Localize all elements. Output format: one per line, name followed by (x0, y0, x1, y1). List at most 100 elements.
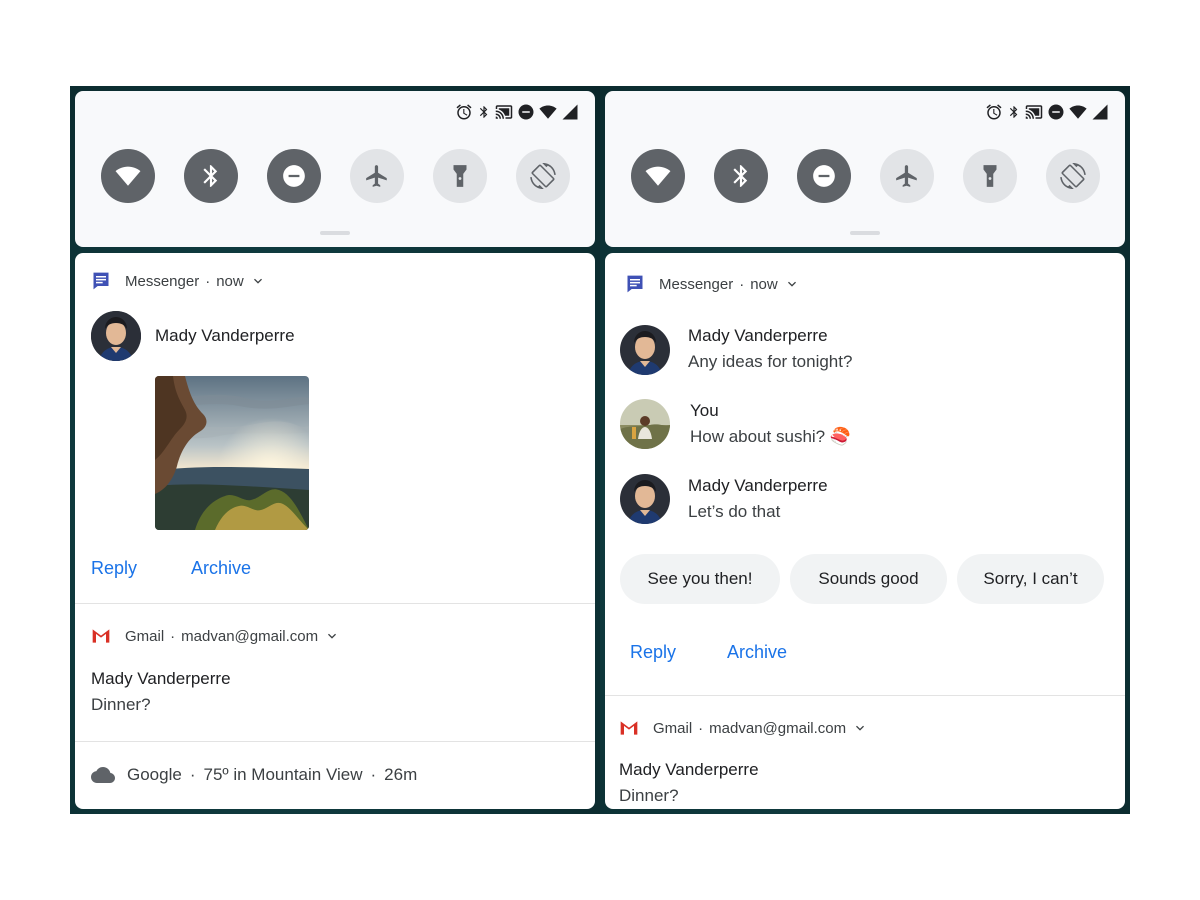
message-sender: Mady Vanderperre (688, 476, 828, 495)
airplane-icon (364, 163, 390, 189)
flashlight-icon (977, 163, 1003, 189)
chevron-down-icon[interactable] (784, 276, 800, 292)
separator-dot: · (189, 765, 196, 784)
cast-icon (1025, 103, 1043, 121)
bluetooth-icon (198, 163, 224, 189)
separator-dot: · (370, 765, 377, 784)
flashlight-tile[interactable] (433, 149, 487, 203)
wifi-icon (115, 163, 141, 189)
wifi-icon (645, 163, 671, 189)
message-text: How about sushi? 🍣 (690, 427, 852, 446)
app-name: Gmail (653, 719, 693, 737)
cloud-icon (91, 763, 115, 787)
auto-rotate-tile[interactable] (1046, 149, 1100, 203)
notification-header[interactable]: Messenger · now (91, 271, 266, 291)
flashlight-icon (447, 163, 473, 189)
reply-button[interactable]: Reply (91, 558, 137, 579)
quick-settings-panel (75, 91, 595, 247)
airplane-mode-tile[interactable] (880, 149, 934, 203)
cast-icon (495, 103, 513, 121)
chevron-down-icon[interactable] (852, 720, 868, 736)
wifi-icon (1069, 103, 1087, 121)
notification-time: 26m (384, 765, 418, 784)
smart-reply-chip[interactable]: Sounds good (790, 554, 947, 604)
do-not-disturb-icon (1047, 103, 1065, 121)
avatar (620, 474, 670, 524)
bluetooth-tile[interactable] (184, 149, 238, 203)
weather-summary: 75º in Mountain View (203, 765, 363, 784)
airplane-icon (894, 163, 920, 189)
app-name: Google (127, 765, 182, 784)
messenger-notification[interactable]: Messenger · now Mady Vanderperre Reply A… (75, 253, 595, 603)
left-phone-screen: Messenger · now Mady Vanderperre Reply A… (70, 86, 600, 814)
separator-dot: · (698, 719, 704, 737)
email-subject: Dinner? (619, 786, 679, 805)
notification-stack: Messenger · now Mady Vanderperre Any ide… (605, 253, 1125, 809)
reply-button[interactable]: Reply (630, 642, 676, 663)
signal-icon (561, 103, 579, 121)
archive-button[interactable]: Archive (191, 558, 251, 579)
notification-time: now (216, 272, 244, 290)
quick-settings-tiles (631, 149, 1100, 203)
do-not-disturb-icon (811, 163, 837, 189)
sender-name: Mady Vanderperre (619, 760, 759, 779)
bluetooth-icon (728, 163, 754, 189)
auto-rotate-icon (530, 163, 556, 189)
separator-dot: · (739, 275, 745, 293)
gmail-app-icon (619, 718, 639, 738)
messenger-notification[interactable]: Messenger · now Mady Vanderperre Any ide… (605, 253, 1125, 695)
smart-reply-chip[interactable]: Sorry, I can’t (957, 554, 1104, 604)
drag-handle[interactable] (850, 231, 880, 235)
notification-header[interactable]: Messenger · now (625, 274, 800, 294)
message-text: Any ideas for tonight? (688, 352, 853, 371)
do-not-disturb-icon (517, 103, 535, 121)
alarm-icon (985, 103, 1003, 121)
avatar (620, 325, 670, 375)
notification-time: now (750, 275, 778, 293)
flashlight-tile[interactable] (963, 149, 1017, 203)
gmail-app-icon (91, 626, 111, 646)
auto-rotate-icon (1060, 163, 1086, 189)
messenger-app-icon (625, 274, 645, 294)
notification-stack: Messenger · now Mady Vanderperre Reply A… (75, 253, 595, 809)
messenger-app-icon (91, 271, 111, 291)
gmail-notification[interactable]: Gmail · madvan@gmail.com Mady Vanderperr… (605, 696, 1125, 809)
auto-rotate-tile[interactable] (516, 149, 570, 203)
avatar (91, 311, 141, 361)
airplane-mode-tile[interactable] (350, 149, 404, 203)
wifi-tile[interactable] (631, 149, 685, 203)
bluetooth-icon (477, 103, 491, 121)
gmail-notification[interactable]: Gmail · madvan@gmail.com Mady Vanderperr… (75, 604, 595, 740)
status-bar (455, 103, 579, 121)
smart-reply-chip[interactable]: See you then! (620, 554, 780, 604)
do-not-disturb-tile[interactable] (797, 149, 851, 203)
signal-icon (1091, 103, 1109, 121)
notification-header[interactable]: Gmail · madvan@gmail.com (619, 718, 868, 738)
account-email: madvan@gmail.com (709, 719, 847, 737)
do-not-disturb-tile[interactable] (267, 149, 321, 203)
wifi-icon (539, 103, 557, 121)
weather-notification[interactable]: Google · 75º in Mountain View · 26m (91, 763, 417, 787)
shared-photo[interactable] (155, 376, 309, 530)
separator-dot: · (170, 627, 176, 645)
sender-name: Mady Vanderperre (155, 326, 295, 345)
chevron-down-icon[interactable] (324, 628, 340, 644)
message-text: Let’s do that (688, 502, 781, 521)
quick-settings-tiles (101, 149, 570, 203)
message-sender: You (690, 401, 719, 420)
divider (75, 741, 595, 742)
app-name: Gmail (125, 627, 165, 645)
chevron-down-icon[interactable] (250, 273, 266, 289)
separator-dot: · (205, 272, 211, 290)
email-subject: Dinner? (91, 695, 151, 714)
bluetooth-tile[interactable] (714, 149, 768, 203)
notification-header[interactable]: Gmail · madvan@gmail.com (91, 626, 340, 646)
quick-settings-panel (605, 91, 1125, 247)
wifi-tile[interactable] (101, 149, 155, 203)
message-sender: Mady Vanderperre (688, 326, 828, 345)
sender-name: Mady Vanderperre (91, 669, 231, 688)
app-name: Messenger (659, 275, 734, 293)
archive-button[interactable]: Archive (727, 642, 787, 663)
drag-handle[interactable] (320, 231, 350, 235)
right-phone-screen: Messenger · now Mady Vanderperre Any ide… (600, 86, 1130, 814)
